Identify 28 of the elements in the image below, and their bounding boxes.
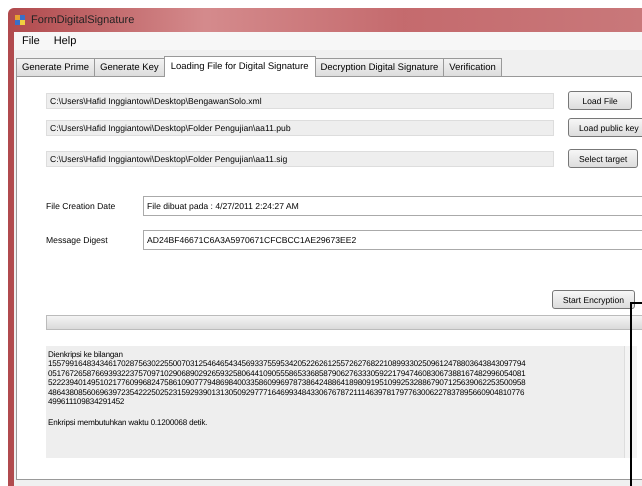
output-line: 522239401495102177609968247586109077794869840033586099697873864248864189809195109925328867907125639062253500958 [48,378,526,388]
tab[interactable]: Loading File for Digital Signature [164,56,316,77]
path-field[interactable]: C:\Users\Hafid Inggiantowi\Desktop\Folder Pengujian\aa11.sig [46,150,554,166]
tab[interactable]: Generate Prime [16,58,96,77]
output-box[interactable] [46,346,624,458]
path-field[interactable]: C:\Users\Hafid Inggiantowi\Desktop\BengawanSolo.xml [46,92,554,108]
path-field[interactable]: C:\Users\Hafid Inggiantowi\Desktop\Folder Pengujian\aa11.pub [46,120,554,136]
tab[interactable]: Verification [443,58,502,77]
field-label: Message Digest [46,235,109,245]
menu-item[interactable]: Help [54,35,76,47]
window-title: FormDigitalSignature [31,14,134,26]
output-line: 486438085606963972354222502523159293901313050929777164699348433067678721114639781797763006227837895660904810776 [48,388,526,398]
info-field[interactable]: File dibuat pada : 4/27/2011 2:24:27 AM [143,196,642,216]
info-field[interactable]: AD24BF46671C6A3A5970671CFCBCC1AE29673EE2 [143,230,642,250]
file-button[interactable]: Select target [568,149,638,168]
tab[interactable]: Generate Key [94,58,165,77]
output-line: 155799164834346170287563022550070312546465434569337559534205226261255726276822108993302509612478803643843097794 [48,359,526,369]
tab[interactable]: Decryption Digital Signature [314,58,444,77]
start-encryption-button[interactable]: Start Encryption [552,290,635,309]
menu-item[interactable]: File [22,35,40,47]
output-line: Dienkripsi ke bilangan [48,350,124,360]
output-line: 499611109834291452 [48,397,126,406]
output-line: 051767265876693932237570971029068902926593258064410905558653368587906276333059221794746083067388167482996054081 [48,368,526,378]
file-button[interactable]: Load public key [568,118,642,137]
app-icon [14,14,26,26]
file-button[interactable]: Load File [568,91,632,110]
field-label: File Creation Date [46,201,116,211]
output-line: Enkripsi membutuhkan waktu 0.1200068 detik. [48,418,208,428]
